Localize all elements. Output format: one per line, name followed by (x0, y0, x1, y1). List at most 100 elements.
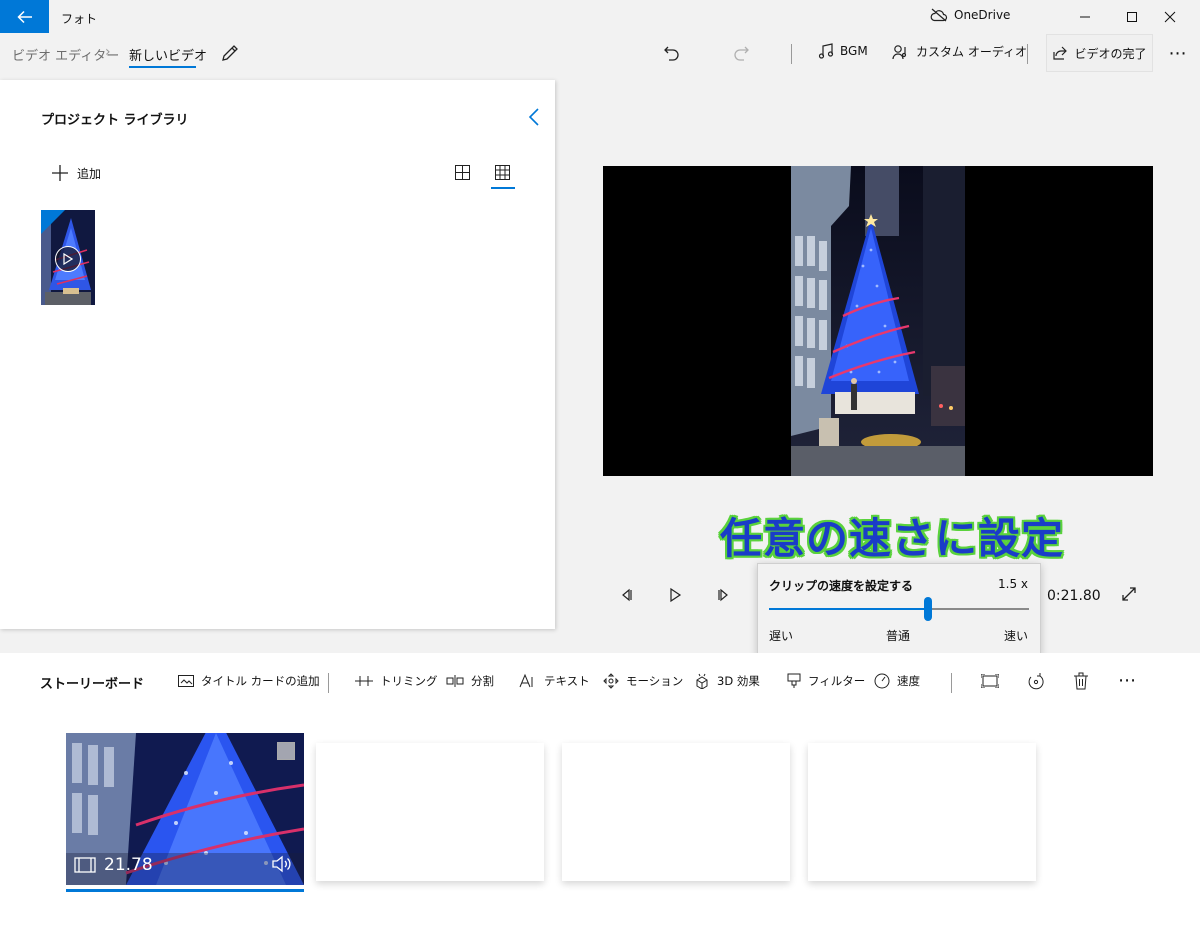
3d-effects-label: 3D 効果 (717, 674, 760, 688)
bgm-label: BGM (840, 44, 868, 58)
split-button[interactable]: 分割 (446, 673, 494, 689)
command-bar: ビデオ エディター › 新しいビデオ BGM カスタム オーディオ ビデオの完了… (0, 34, 1200, 80)
close-button[interactable] (1150, 0, 1190, 34)
storyboard-clip[interactable]: 21.78 (66, 733, 304, 885)
cloud-off-icon (930, 8, 948, 22)
previous-frame-icon[interactable] (618, 586, 636, 604)
clip-speed-flyout: クリップの速度を設定する 1.5 x 遅い 普通 速い (757, 563, 1041, 656)
christmas-tree-image (791, 166, 965, 476)
clip-duration: 21.78 (74, 855, 153, 875)
preview-frame (791, 166, 965, 476)
breadcrumb-active-indicator (129, 66, 196, 68)
filters-button[interactable]: フィルター (787, 673, 865, 689)
sparkle-cube-icon (696, 673, 708, 689)
finish-video-label: ビデオの完了 (1074, 46, 1147, 61)
storyboard-title: ストーリーボード (40, 677, 145, 692)
motion-icon (603, 673, 619, 689)
minimize-icon (1080, 16, 1090, 18)
speed-normal-label: 普通 (886, 629, 911, 643)
custom-audio-button[interactable]: カスタム オーディオ (892, 43, 1027, 60)
share-icon (1053, 46, 1068, 60)
music-note-icon (818, 43, 834, 59)
add-media-button[interactable]: 追加 (51, 164, 101, 182)
divider (1027, 44, 1028, 64)
minimize-button[interactable] (1065, 0, 1105, 34)
bgm-button[interactable]: BGM (818, 43, 868, 59)
crop-black-bars-button[interactable] (980, 671, 1000, 691)
film-icon (74, 857, 96, 873)
text-button[interactable]: テキスト (519, 673, 590, 689)
rotate-button[interactable] (1026, 671, 1046, 691)
storyboard-empty-slot (562, 743, 790, 881)
timecode: 0:21.80 (1047, 588, 1101, 604)
finish-video-button[interactable]: ビデオの完了 (1046, 34, 1153, 72)
fullscreen-icon[interactable] (1121, 586, 1137, 602)
storyboard-empty-slot (808, 743, 1036, 881)
back-arrow-icon (16, 10, 32, 23)
selection-corner (41, 210, 65, 234)
divider (791, 44, 792, 64)
breadcrumb-current-project[interactable]: 新しいビデオ (129, 45, 207, 64)
motion-button[interactable]: モーション (603, 673, 683, 689)
close-icon (1164, 11, 1176, 23)
speed-value: 1.5 x (998, 577, 1028, 591)
divider (951, 673, 952, 693)
redo-icon[interactable] (731, 43, 751, 63)
pencil-icon[interactable] (220, 43, 240, 63)
motion-label: モーション (626, 674, 684, 688)
add-media-label: 追加 (77, 166, 102, 181)
rotate-icon (1028, 673, 1044, 690)
trim-icon (355, 676, 373, 686)
split-label: 分割 (471, 674, 494, 688)
speed-slider-thumb[interactable] (923, 597, 932, 621)
next-frame-icon[interactable] (714, 586, 732, 604)
add-title-card-button[interactable]: タイトル カードの追加 (178, 673, 320, 689)
speed-slider[interactable] (769, 597, 1029, 621)
title-bar: フォト OneDrive (0, 0, 1200, 34)
storyboard-panel: ストーリーボード タイトル カードの追加 トリミング 分割 テキスト モーション (0, 653, 1200, 933)
speed-button[interactable]: 速度 (874, 673, 920, 689)
volume-icon[interactable] (271, 854, 293, 874)
back-button[interactable] (0, 0, 49, 33)
media-thumbnail[interactable] (41, 210, 95, 305)
resize-frame-icon (981, 674, 999, 688)
plus-icon (52, 165, 68, 181)
project-library-title: プロジェクト ライブラリ (41, 113, 189, 128)
overlay-caption: 任意の速さに設定 (720, 514, 1065, 563)
clip-selected-indicator (66, 889, 304, 892)
storyboard-empty-slot (316, 743, 544, 881)
chevron-right-icon: › (105, 44, 111, 60)
image-card-icon (178, 675, 194, 687)
app-title: フォト (61, 12, 98, 26)
more-options-button[interactable]: ⋯ (1156, 34, 1200, 72)
filter-brush-icon (787, 673, 801, 688)
small-grid-view-icon[interactable] (495, 165, 510, 180)
trim-label: トリミング (380, 674, 438, 688)
onedrive-status[interactable]: OneDrive (930, 8, 1010, 22)
split-icon (446, 675, 464, 687)
speed-fast-label: 速い (1003, 629, 1028, 643)
play-button-icon[interactable] (666, 586, 684, 604)
maximize-icon (1127, 12, 1137, 22)
project-library-panel: プロジェクト ライブラリ 追加 (0, 80, 555, 629)
custom-audio-label: カスタム オーディオ (916, 45, 1027, 59)
trim-button[interactable]: トリミング (355, 673, 438, 689)
storyboard-more-button[interactable]: ⋯ (1118, 670, 1137, 691)
chevron-left-icon[interactable] (527, 107, 541, 127)
play-icon (55, 246, 81, 272)
speed-slow-label: 遅い (769, 629, 794, 643)
undo-icon[interactable] (662, 43, 682, 63)
delete-button[interactable] (1071, 671, 1091, 691)
text-label: テキスト (544, 674, 590, 688)
add-title-card-label: タイトル カードの追加 (201, 674, 320, 688)
trash-icon (1074, 672, 1088, 690)
3d-effects-button[interactable]: 3D 効果 (694, 673, 760, 689)
video-preview[interactable] (603, 166, 1153, 476)
breadcrumb-video-editor[interactable]: ビデオ エディター (12, 45, 119, 64)
clip-duration-value: 21.78 (104, 855, 153, 875)
onedrive-label: OneDrive (954, 8, 1011, 22)
large-grid-view-icon[interactable] (455, 165, 470, 180)
speed-label: 速度 (897, 674, 920, 688)
maximize-button[interactable] (1112, 0, 1152, 34)
clip-select-checkbox[interactable] (277, 742, 295, 760)
